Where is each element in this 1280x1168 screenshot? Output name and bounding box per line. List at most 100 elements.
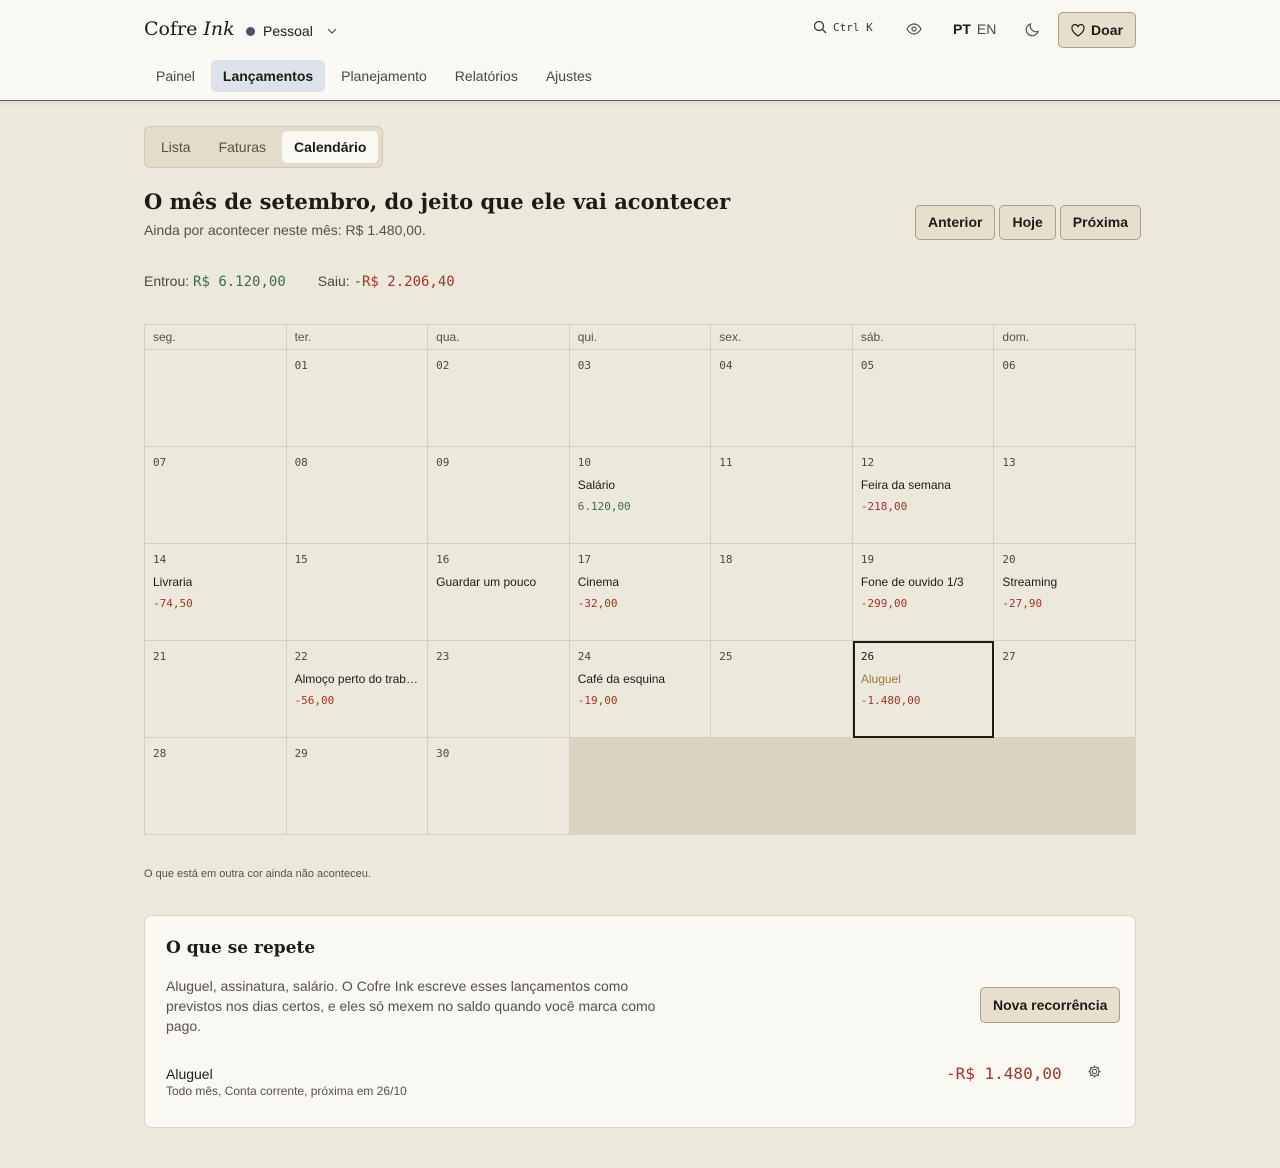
calendar-day-8[interactable]: 08 bbox=[286, 447, 429, 544]
calendar-day-4[interactable]: 04 bbox=[711, 350, 853, 447]
calendar-day-23[interactable]: 23 bbox=[428, 641, 570, 738]
new-recurring-button[interactable]: Nova recorrência bbox=[980, 987, 1121, 1023]
day-number: 12 bbox=[860, 456, 875, 469]
main-nav: Painel Lançamentos Planejamento Relatóri… bbox=[144, 60, 604, 92]
calendar-outside-month-cell bbox=[852, 738, 995, 835]
income-value: R$ 6.120,00 bbox=[193, 274, 286, 290]
calendar-day-15[interactable]: 15 bbox=[286, 544, 429, 641]
lang-en[interactable]: EN bbox=[977, 21, 996, 37]
nav-lancamentos[interactable]: Lançamentos bbox=[210, 60, 326, 92]
calendar-day-1[interactable]: 01 bbox=[286, 350, 429, 447]
recurring-item-name[interactable]: Aluguel bbox=[166, 1066, 213, 1082]
recurring-item-meta: Todo mês, Conta corrente, próxima em 26/… bbox=[166, 1084, 407, 1098]
next-month-button[interactable]: Próxima bbox=[1059, 205, 1142, 240]
calendar-day-19[interactable]: 19 Fone de ouvido 1/3 -299,00 bbox=[852, 544, 995, 641]
calendar-day-7[interactable]: 07 bbox=[145, 447, 287, 544]
page-subtitle: Ainda por acontecer neste mês: R$ 1.480,… bbox=[144, 222, 426, 238]
expense-label: Saiu: bbox=[317, 273, 350, 289]
day-number: 04 bbox=[719, 359, 733, 372]
lang-pt[interactable]: PT bbox=[953, 21, 971, 37]
calendar-day-16[interactable]: 16 Guardar um pouco bbox=[428, 544, 570, 641]
calendar-day-6[interactable]: 06 bbox=[994, 350, 1136, 447]
event-label[interactable]: Aluguel bbox=[861, 672, 986, 686]
calendar-outside-month-cell bbox=[711, 738, 853, 835]
recurring-item-settings[interactable] bbox=[1087, 1064, 1102, 1084]
event-label[interactable]: Salário bbox=[578, 478, 703, 492]
day-number: 09 bbox=[436, 456, 450, 469]
day-number: 24 bbox=[577, 650, 591, 663]
profile-dot-icon bbox=[246, 26, 255, 36]
weekday-label: sex. bbox=[711, 325, 853, 350]
theme-toggle[interactable] bbox=[1025, 21, 1041, 42]
calendar-day-12[interactable]: 12 Feira da semana -218,00 bbox=[852, 447, 995, 544]
calendar-day-13[interactable]: 13 bbox=[994, 447, 1136, 544]
calendar-outside-month-cell bbox=[569, 738, 712, 835]
day-number: 11 bbox=[719, 456, 733, 469]
calendar-day-28[interactable]: 28 bbox=[145, 738, 287, 835]
day-number: 05 bbox=[860, 359, 875, 372]
calendar-day-30[interactable]: 30 bbox=[428, 738, 570, 835]
nav-ajustes[interactable]: Ajustes bbox=[534, 60, 604, 92]
event-label[interactable]: Livraria bbox=[153, 575, 278, 589]
donate-button[interactable]: Doar bbox=[1058, 12, 1136, 48]
month-navigation: Anterior Hoje Próxima bbox=[915, 205, 1142, 240]
search-button[interactable]: Ctrl K bbox=[813, 20, 873, 34]
tab-lista[interactable]: Lista bbox=[149, 131, 203, 163]
event-label[interactable]: Almoço perto do trabalho bbox=[295, 672, 420, 686]
nav-painel[interactable]: Painel bbox=[144, 60, 207, 92]
donate-label: Doar bbox=[1091, 22, 1123, 38]
day-number: 30 bbox=[436, 747, 450, 760]
nav-planejamento[interactable]: Planejamento bbox=[329, 60, 439, 92]
calendar-day-11[interactable]: 11 bbox=[711, 447, 853, 544]
calendar-outside-month-cell bbox=[994, 738, 1136, 835]
prev-month-button[interactable]: Anterior bbox=[915, 205, 996, 240]
event-label[interactable]: Streaming bbox=[1002, 575, 1127, 589]
recurring-card: O que se repete Aluguel, assinatura, sal… bbox=[144, 915, 1136, 1128]
day-number: 02 bbox=[436, 359, 450, 372]
calendar-day-26[interactable]: 26 Aluguel -1.480,00 bbox=[852, 641, 995, 738]
day-number: 25 bbox=[719, 650, 733, 663]
event-label[interactable]: Fone de ouvido 1/3 bbox=[861, 575, 986, 589]
calendar-day-5[interactable]: 05 bbox=[852, 350, 995, 447]
calendar-day-21[interactable]: 21 bbox=[145, 641, 287, 738]
tab-faturas[interactable]: Faturas bbox=[207, 131, 278, 163]
weekday-label: dom. bbox=[994, 325, 1136, 350]
calendar-day-18[interactable]: 18 bbox=[711, 544, 853, 641]
calendar-day-2[interactable]: 02 bbox=[428, 350, 570, 447]
calendar-day-29[interactable]: 29 bbox=[286, 738, 429, 835]
tab-calendario[interactable]: Calendário bbox=[282, 131, 379, 163]
recurring-description: Aluguel, assinatura, salário. O Cofre In… bbox=[166, 978, 656, 1034]
event-amount: -74,50 bbox=[153, 597, 193, 610]
calendar-day-14[interactable]: 14 Livraria -74,50 bbox=[145, 544, 287, 641]
day-number: 10 bbox=[577, 456, 591, 469]
profile-switcher[interactable]: Pessoal bbox=[246, 20, 337, 42]
day-number: 22 bbox=[294, 650, 308, 663]
event-amount: -218,00 bbox=[860, 500, 908, 513]
privacy-toggle[interactable] bbox=[906, 21, 922, 42]
nav-relatorios[interactable]: Relatórios bbox=[443, 60, 530, 92]
calendar-day-17[interactable]: 17 Cinema -32,00 bbox=[569, 544, 712, 641]
event-label[interactable]: Cinema bbox=[578, 575, 703, 589]
brand-italic: Ink bbox=[203, 18, 235, 40]
day-number: 03 bbox=[577, 359, 591, 372]
brand-logo[interactable]: Cofre Ink bbox=[144, 18, 235, 40]
brand-prefix: Cofre bbox=[144, 18, 198, 40]
day-number: 01 bbox=[294, 359, 308, 372]
calendar-day-9[interactable]: 09 bbox=[428, 447, 570, 544]
calendar-grid: seg. ter. qua. qui. sex. sáb. dom. 01 02 0… bbox=[144, 324, 1136, 835]
calendar-day-22[interactable]: 22 Almoço perto do trabalho -56,00 bbox=[286, 641, 429, 738]
calendar-day-24[interactable]: 24 Café da esquina -19,00 bbox=[569, 641, 712, 738]
day-number: 19 bbox=[860, 553, 875, 566]
event-label[interactable]: Guardar um pouco bbox=[436, 575, 561, 589]
calendar-day-25[interactable]: 25 bbox=[711, 641, 853, 738]
profile-name: Pessoal bbox=[263, 23, 313, 39]
event-label[interactable]: Feira da semana bbox=[861, 478, 986, 492]
page-title: O mês de setembro, do jeito que ele vai … bbox=[144, 189, 731, 214]
calendar-day-20[interactable]: 20 Streaming -27,90 bbox=[994, 544, 1136, 641]
today-button[interactable]: Hoje bbox=[999, 205, 1056, 240]
calendar-day-27[interactable]: 27 bbox=[994, 641, 1136, 738]
search-icon bbox=[813, 20, 827, 34]
calendar-day-3[interactable]: 03 bbox=[569, 350, 712, 447]
calendar-day-10[interactable]: 10 Salário 6.120,00 bbox=[569, 447, 712, 544]
event-label[interactable]: Café da esquina bbox=[578, 672, 703, 686]
